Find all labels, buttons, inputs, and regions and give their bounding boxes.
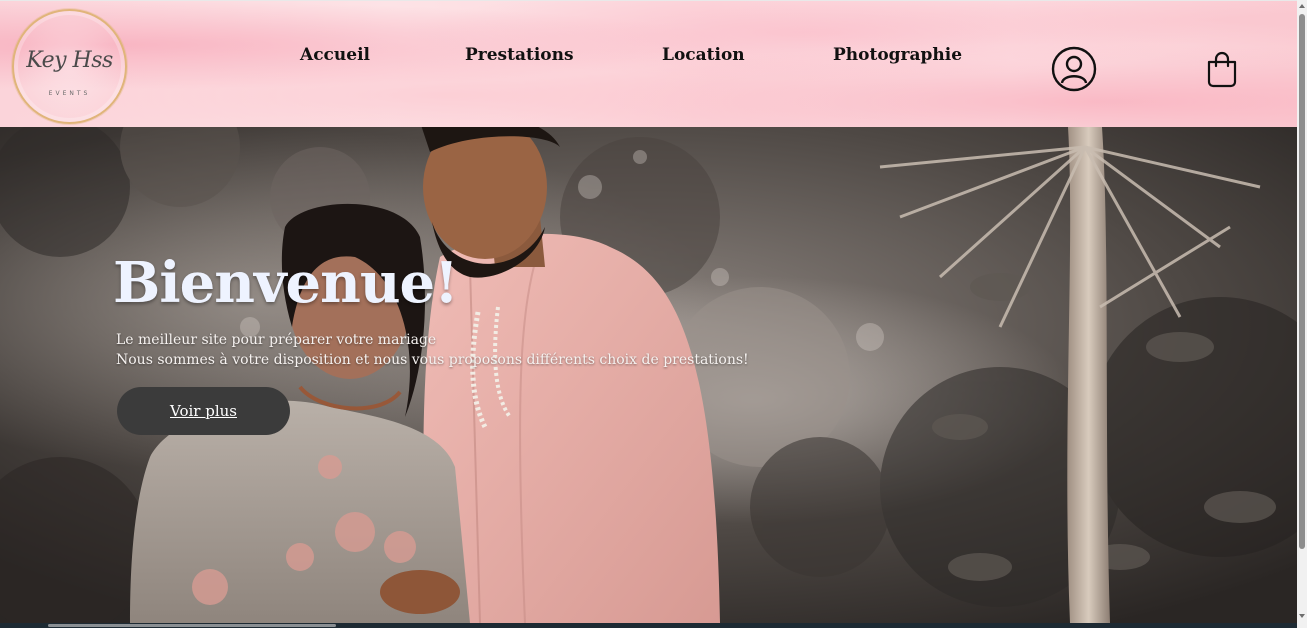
scroll-down-arrow-icon[interactable] [1299, 614, 1305, 618]
vertical-scrollbar[interactable] [1297, 0, 1307, 628]
vertical-scrollbar-thumb[interactable] [1299, 14, 1305, 549]
hero-description: Nous sommes à votre disposition et nous … [116, 352, 749, 368]
site-header: Key Hss EVENTS Accueil Prestations Locat… [0, 0, 1297, 127]
nav-link-photographie[interactable]: Photographie [833, 45, 962, 65]
hero-photo-couple [0, 127, 1297, 623]
voir-plus-button[interactable]: Voir plus [117, 387, 290, 435]
hero-tagline: Le meilleur site pour préparer votre mar… [116, 332, 437, 348]
nav-link-accueil[interactable]: Accueil [300, 45, 370, 65]
hero-banner: Bienvenue! Le meilleur site pour prépare… [0, 127, 1297, 623]
page: Key Hss EVENTS Accueil Prestations Locat… [0, 0, 1307, 628]
user-icon[interactable] [1051, 46, 1097, 92]
shopping-bag-icon[interactable] [1205, 50, 1239, 88]
nav-link-prestations[interactable]: Prestations [465, 45, 574, 65]
hero-title: Bienvenue! [113, 250, 459, 316]
nav-link-location[interactable]: Location [662, 45, 745, 65]
logo-script-text: Key Hss [26, 48, 113, 73]
scroll-up-arrow-icon[interactable] [1299, 4, 1305, 8]
horizontal-scrollbar-thumb[interactable] [48, 624, 336, 627]
logo-subtitle: EVENTS [48, 90, 91, 97]
brand-logo[interactable]: Key Hss EVENTS [12, 9, 127, 124]
